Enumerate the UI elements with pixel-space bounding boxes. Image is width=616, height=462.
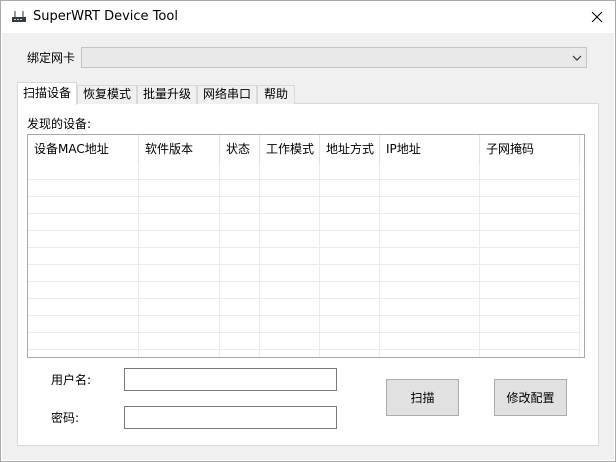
- grid-row-line: [28, 298, 580, 299]
- tab-batch-upgrade[interactable]: 批量升级: [137, 85, 197, 104]
- column-header-work-mode[interactable]: 工作模式: [260, 135, 320, 163]
- window-title: SuperWRT Device Tool: [33, 9, 178, 24]
- grid-row-line: [28, 196, 580, 197]
- grid-column-line: [138, 163, 139, 357]
- column-header-netmask[interactable]: 子网掩码: [480, 135, 580, 163]
- password-label: 密码:: [51, 411, 80, 425]
- column-header-mac[interactable]: 设备MAC地址: [28, 135, 139, 163]
- tab-network-serial[interactable]: 网络串口: [197, 85, 257, 104]
- grid-row-line: [28, 179, 580, 180]
- tab-recovery-mode[interactable]: 恢复模式: [77, 85, 137, 104]
- username-label: 用户名:: [51, 373, 92, 387]
- column-header-ip[interactable]: IP地址: [380, 135, 480, 163]
- grid-column-line: [219, 163, 220, 357]
- nic-label: 绑定网卡: [27, 51, 76, 65]
- grid-column-line: [259, 163, 260, 357]
- grid-column-line: [479, 163, 480, 357]
- grid-column-line: [319, 163, 320, 357]
- tab-help[interactable]: 帮助: [257, 85, 295, 104]
- tab-scan-devices[interactable]: 扫描设备: [17, 82, 77, 105]
- close-button[interactable]: [581, 5, 613, 29]
- grid-column-line: [379, 163, 380, 357]
- grid-row-line: [28, 213, 580, 214]
- grid-row-line: [28, 247, 580, 248]
- column-header-software-version[interactable]: 软件版本: [139, 135, 220, 163]
- found-devices-label: 发现的设备:: [27, 117, 92, 131]
- device-table[interactable]: 设备MAC地址 软件版本 状态 工作模式 地址方式 IP地址 子网掩码: [27, 134, 585, 358]
- app-window: SuperWRT Device Tool 绑定网卡 扫描设备 恢复模式 批量升级…: [0, 0, 616, 462]
- column-header-address-mode[interactable]: 地址方式: [320, 135, 380, 163]
- chevron-down-icon: [572, 55, 582, 61]
- title-bar[interactable]: SuperWRT Device Tool: [1, 1, 615, 33]
- router-icon: [12, 11, 26, 22]
- grid-row-line: [28, 281, 580, 282]
- close-icon: [591, 11, 603, 23]
- username-input[interactable]: [124, 368, 337, 391]
- grid-row-line: [28, 230, 580, 231]
- grid-row-line: [28, 315, 580, 316]
- grid-row-line: [28, 332, 580, 333]
- scan-button[interactable]: 扫描: [386, 379, 459, 416]
- grid-column-line: [579, 163, 580, 357]
- modify-config-button[interactable]: 修改配置: [494, 379, 567, 416]
- nic-select[interactable]: [81, 47, 587, 68]
- grid-row-line: [28, 349, 580, 350]
- password-input[interactable]: [124, 406, 337, 429]
- column-header-status[interactable]: 状态: [220, 135, 260, 163]
- grid-row-line: [28, 264, 580, 265]
